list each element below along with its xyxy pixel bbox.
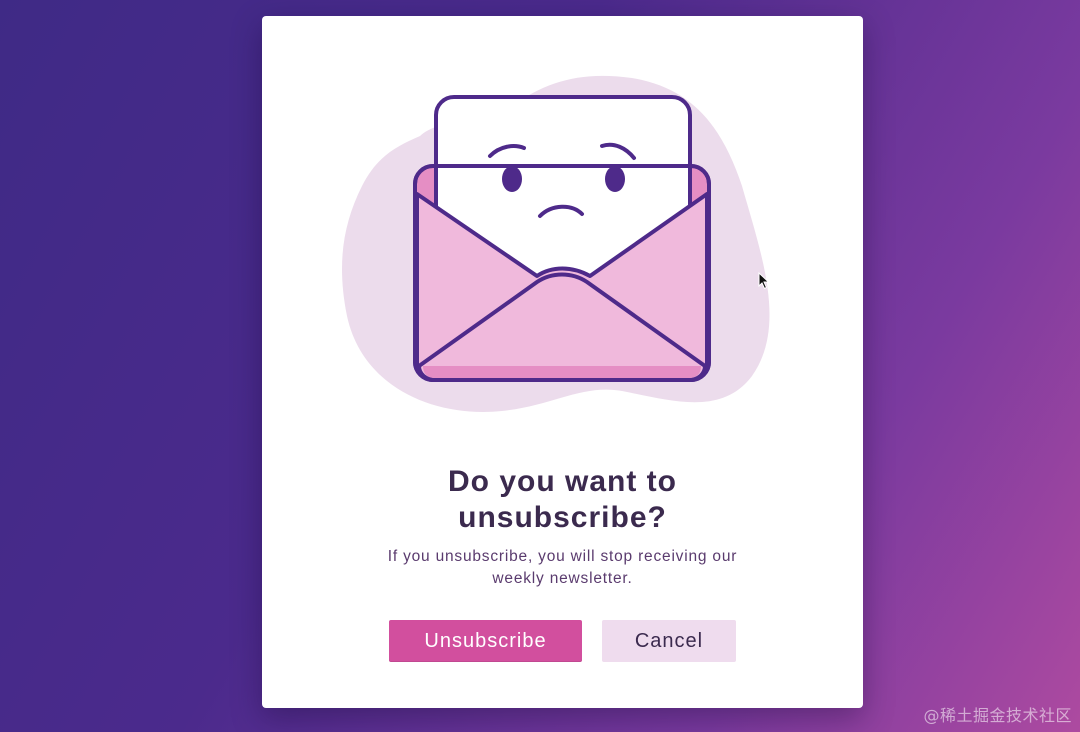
dialog-message: If you unsubscribe, you will stop receiv…: [342, 546, 783, 590]
left-eye: [502, 166, 522, 192]
message-line-1: If you unsubscribe, you will stop receiv…: [387, 548, 738, 565]
mouse-pointer-icon: [758, 272, 770, 290]
title-line-2: unsubscribe?: [458, 501, 667, 534]
unsubscribe-dialog: Do you want to unsubscribe? If you unsub…: [262, 16, 863, 708]
sad-envelope-icon: [342, 75, 770, 412]
dialog-title: Do you want to unsubscribe?: [262, 464, 863, 536]
envelope-bottom-shade: [423, 366, 701, 378]
unsubscribe-button[interactable]: Unsubscribe: [389, 620, 582, 662]
sad-envelope-illustration: [332, 66, 792, 446]
cancel-button[interactable]: Cancel: [602, 620, 736, 662]
watermark: @稀土掘金技术社区: [923, 706, 1072, 725]
right-eye: [605, 166, 625, 192]
title-line-1: Do you want to: [448, 465, 677, 498]
dialog-actions: Unsubscribe Cancel: [262, 620, 863, 664]
message-line-2: weekly newsletter.: [492, 570, 633, 587]
